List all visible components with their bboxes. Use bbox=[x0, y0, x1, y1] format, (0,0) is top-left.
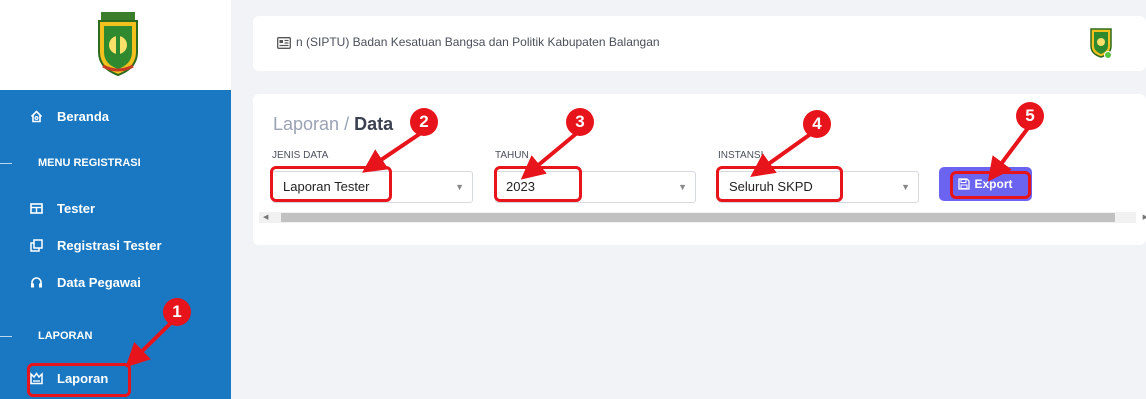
home-icon bbox=[29, 109, 43, 123]
highlight-laporan bbox=[27, 363, 131, 397]
scroll-left-arrow-icon[interactable]: ◀ bbox=[263, 212, 268, 223]
online-status-dot bbox=[1104, 51, 1112, 59]
section-menu-registrasi: MENU REGISTRASI bbox=[0, 151, 231, 175]
jenis-data-label: JENIS DATA bbox=[272, 150, 329, 161]
step-badge-4: 4 bbox=[803, 110, 831, 138]
step-badge-5: 5 bbox=[1016, 102, 1044, 130]
chevron-down-icon: ▼ bbox=[678, 182, 687, 192]
sidebar-menu: Beranda MENU REGISTRASI Tester Registras… bbox=[0, 90, 231, 399]
instansi-label: INSTANSI bbox=[718, 150, 764, 161]
breadcrumb-current: Data bbox=[354, 114, 394, 134]
breadcrumb: Laporan / Data bbox=[273, 114, 393, 135]
step-badge-3: 3 bbox=[566, 108, 594, 136]
headset-icon bbox=[29, 275, 43, 289]
highlight-instansi bbox=[716, 166, 843, 202]
highlight-export bbox=[950, 171, 1031, 199]
sidebar-item-tester[interactable]: Tester bbox=[0, 190, 231, 226]
highlight-tahun bbox=[494, 166, 582, 202]
sidebar-item-label: Registrasi Tester bbox=[57, 237, 162, 253]
table-icon bbox=[29, 201, 43, 215]
breadcrumb-separator: / bbox=[339, 114, 355, 134]
section-label: LAPORAN bbox=[38, 330, 93, 342]
breadcrumb-parent[interactable]: Laporan bbox=[273, 114, 339, 134]
step-badge-1: 1 bbox=[163, 298, 191, 326]
copy-icon bbox=[29, 238, 43, 252]
scroll-right-arrow-icon[interactable]: ▶ bbox=[1143, 212, 1146, 223]
section-divider bbox=[0, 162, 12, 164]
step-badge-2: 2 bbox=[410, 108, 438, 136]
sidebar-item-registrasi-tester[interactable]: Registrasi Tester bbox=[0, 227, 231, 263]
app-title: n (SIPTU) Badan Kesatuan Bangsa dan Poli… bbox=[296, 35, 660, 49]
tahun-label: TAHUN bbox=[495, 150, 529, 161]
chevron-down-icon: ▼ bbox=[455, 182, 464, 192]
sidebar-item-label: Data Pegawai bbox=[57, 274, 141, 290]
sidebar: Beranda MENU REGISTRASI Tester Registras… bbox=[0, 0, 231, 399]
document-icon bbox=[277, 37, 291, 49]
logo-area bbox=[0, 0, 231, 90]
chevron-down-icon: ▼ bbox=[901, 182, 910, 192]
sidebar-item-beranda[interactable]: Beranda bbox=[0, 98, 231, 134]
balangan-logo bbox=[98, 12, 138, 76]
section-divider bbox=[0, 335, 12, 337]
top-header: n (SIPTU) Badan Kesatuan Bangsa dan Poli… bbox=[253, 16, 1146, 71]
highlight-jenis-data bbox=[270, 166, 392, 202]
scrollbar-thumb[interactable] bbox=[281, 213, 1115, 222]
section-laporan: LAPORAN bbox=[0, 324, 231, 348]
sidebar-item-label: Tester bbox=[57, 200, 96, 216]
sidebar-item-data-pegawai[interactable]: Data Pegawai bbox=[0, 264, 231, 300]
section-label: MENU REGISTRASI bbox=[38, 157, 141, 169]
horizontal-scrollbar[interactable]: ◀ ▶ bbox=[259, 212, 1146, 223]
sidebar-item-label: Beranda bbox=[57, 108, 110, 124]
